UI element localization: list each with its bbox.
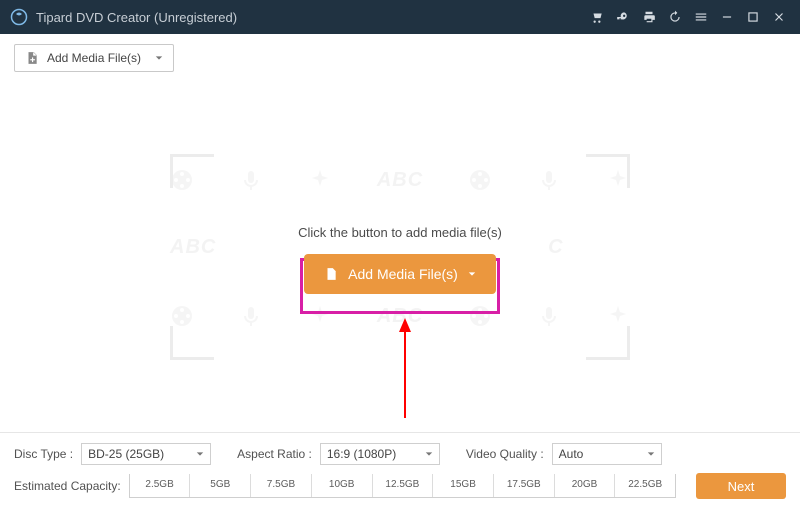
add-file-icon (324, 267, 338, 281)
key-icon[interactable] (612, 6, 634, 28)
sparkle-icon (308, 304, 332, 328)
bottom-bar: Disc Type : BD-25 (25GB) Aspect Ratio : … (0, 432, 800, 514)
gauge-tick: 5GB (210, 479, 230, 490)
gauge-tick: 12.5GB (385, 479, 419, 490)
close-icon[interactable] (768, 6, 790, 28)
video-quality-control: Video Quality : Auto (466, 443, 662, 465)
titlebar: Tipard DVD Creator (Unregistered) (0, 0, 800, 34)
gauge-tick: 2.5GB (145, 479, 173, 490)
reel-icon (468, 304, 492, 328)
history-icon[interactable] (664, 6, 686, 28)
aspect-ratio-control: Aspect Ratio : 16:9 (1080P) (237, 443, 440, 465)
disc-type-control: Disc Type : BD-25 (25GB) (14, 443, 211, 465)
disc-type-label: Disc Type : (14, 447, 73, 461)
add-media-label: Add Media File(s) (348, 266, 458, 282)
next-button[interactable]: Next (696, 473, 786, 499)
next-label: Next (728, 479, 755, 494)
video-quality-label: Video Quality : (466, 447, 544, 461)
aspect-ratio-value: 16:9 (1080P) (327, 447, 396, 461)
minimize-icon[interactable] (716, 6, 738, 28)
abc-watermark: C (548, 236, 563, 259)
app-logo-icon (10, 8, 28, 26)
gauge-tick: 22.5GB (628, 479, 662, 490)
cart-icon[interactable] (586, 6, 608, 28)
abc-watermark: ABC (170, 236, 216, 259)
capacity-gauge: 2.5GB 5GB 7.5GB 10GB 12.5GB 15GB 17.5GB … (129, 474, 676, 498)
mic-icon (239, 304, 263, 328)
add-media-hint: Click the button to add media file(s) (298, 225, 502, 240)
video-quality-select[interactable]: Auto (552, 443, 662, 465)
capacity-label: Estimated Capacity: (14, 479, 121, 493)
reel-icon (170, 168, 194, 192)
add-media-button-toolbar[interactable]: Add Media File(s) (14, 44, 174, 72)
reel-icon (170, 304, 194, 328)
watermark-row: ABC (170, 168, 630, 192)
printer-icon[interactable] (638, 6, 660, 28)
watermark-row: ABC (170, 304, 630, 328)
chevron-down-icon (425, 450, 433, 458)
drop-stage: ABC ABC C ABC Click the button to add me… (0, 86, 800, 432)
reel-icon (468, 168, 492, 192)
abc-watermark: ABC (377, 169, 423, 192)
gauge-tick: 20GB (572, 479, 598, 490)
add-file-icon (25, 51, 39, 65)
chevron-down-icon (196, 450, 204, 458)
aspect-ratio-select[interactable]: 16:9 (1080P) (320, 443, 440, 465)
mic-icon (537, 168, 561, 192)
gauge-tick: 15GB (450, 479, 476, 490)
mic-icon (239, 168, 263, 192)
gauge-tick: 7.5GB (267, 479, 295, 490)
disc-type-value: BD-25 (25GB) (88, 447, 164, 461)
sparkle-icon (606, 168, 630, 192)
sparkle-icon (606, 304, 630, 328)
gauge-tick: 10GB (329, 479, 355, 490)
abc-watermark: ABC (377, 305, 423, 328)
chevron-down-icon (155, 54, 163, 62)
menu-icon[interactable] (690, 6, 712, 28)
gauge-tick: 17.5GB (507, 479, 541, 490)
disc-type-select[interactable]: BD-25 (25GB) (81, 443, 211, 465)
aspect-ratio-label: Aspect Ratio : (237, 447, 312, 461)
sparkle-icon (308, 168, 332, 192)
chevron-down-icon (647, 450, 655, 458)
add-media-button-center[interactable]: Add Media File(s) (304, 254, 496, 294)
app-title: Tipard DVD Creator (Unregistered) (36, 10, 237, 25)
toolbar: Add Media File(s) (0, 34, 800, 86)
add-media-label: Add Media File(s) (47, 51, 141, 65)
chevron-down-icon (468, 270, 476, 278)
maximize-icon[interactable] (742, 6, 764, 28)
mic-icon (537, 304, 561, 328)
video-quality-value: Auto (559, 447, 584, 461)
